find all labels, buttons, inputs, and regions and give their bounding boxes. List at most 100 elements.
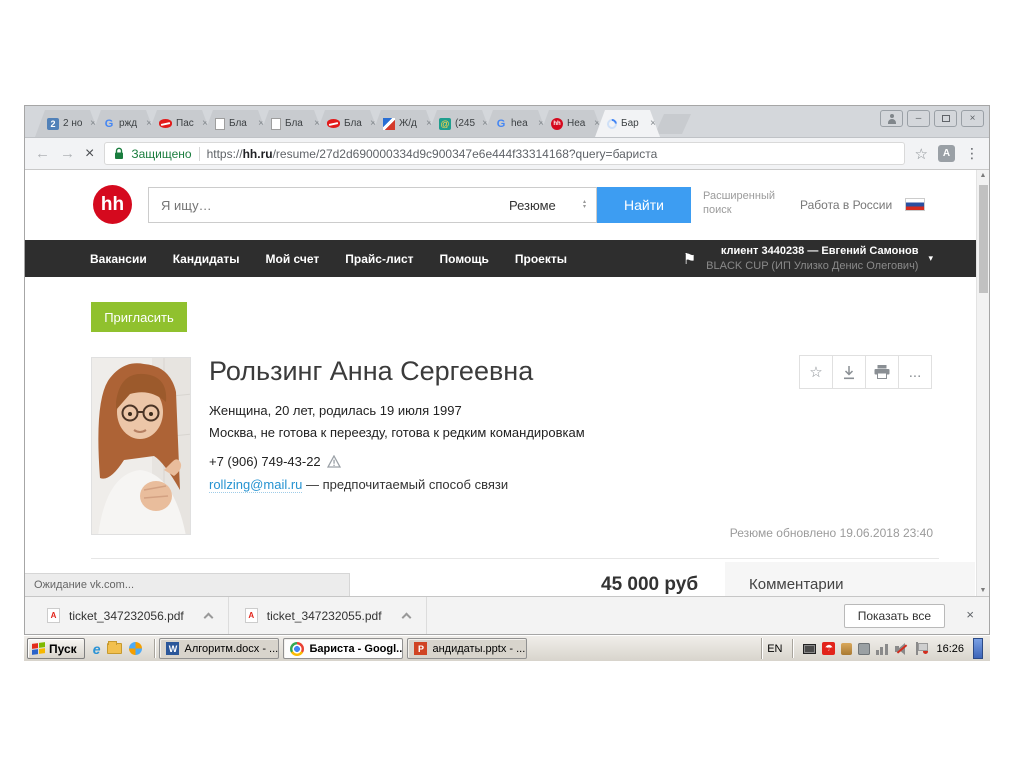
download-menu-chevron-icon[interactable] (203, 612, 214, 623)
browser-tab-rzd-search[interactable]: G ржд × (91, 110, 156, 137)
profile-button[interactable] (880, 110, 903, 127)
folder-icon[interactable] (107, 641, 123, 654)
candidate-demographics: Женщина, 20 лет, родилась 19 июля 1997 (209, 403, 462, 418)
google-favicon: G (496, 117, 506, 130)
advanced-search-link[interactable]: Расширенный поиск (703, 190, 783, 218)
scroll-down-icon[interactable]: ▼ (977, 587, 989, 594)
nav-item-projects[interactable]: Проекты (502, 252, 580, 266)
avira-antivirus-icon[interactable]: ☂ (822, 642, 836, 655)
tray-utility-icon[interactable] (841, 642, 853, 655)
maximize-button[interactable] (934, 110, 957, 127)
person-icon (887, 113, 897, 124)
download-menu-chevron-icon[interactable] (401, 612, 411, 623)
taskbar-clock[interactable]: 16:26 (933, 643, 967, 655)
candidate-phone: +7 (906) 749-43-22 (209, 454, 341, 469)
document-favicon (271, 118, 281, 130)
address-bar[interactable]: Защищено https://hh.ru/resume/27d2d69000… (104, 142, 905, 165)
volume-muted-icon[interactable] (895, 642, 909, 655)
warning-icon[interactable] (326, 455, 341, 468)
browser-tab-blank3[interactable]: Бла × (315, 110, 380, 137)
tab-close-icon[interactable]: × (650, 118, 656, 129)
nav-item-account[interactable]: Мой счет (253, 252, 333, 266)
show-desktop-button[interactable] (973, 638, 983, 659)
url-scheme: https:// (206, 146, 243, 161)
browser-tab-mail[interactable]: @ (245 × (427, 110, 492, 137)
internet-explorer-icon[interactable]: e (93, 642, 101, 656)
download-filename: ticket_347232055.pdf (266, 608, 382, 623)
task-button-powerpoint[interactable]: P андидаты.pptx - ... (407, 638, 528, 659)
browser-tab-hh[interactable]: hh Hea × (539, 110, 604, 137)
bookmark-star-icon[interactable]: ☆ (915, 145, 928, 163)
close-downloads-bar-icon[interactable]: × (966, 607, 974, 622)
browser-tab-blank2[interactable]: Бла × (259, 110, 324, 137)
chevron-down-icon: ▾ (928, 253, 933, 263)
browser-window: 2 2 но × G ржд × Пас × Бла × Бла × Бла ×… (24, 105, 990, 635)
windows-logo-icon (32, 642, 45, 655)
download-item[interactable]: A ticket_347232055.pdf (229, 597, 427, 634)
pdf-extension-icon[interactable]: A (938, 145, 955, 162)
tab-title: Бла (344, 118, 362, 129)
tab-title: Бла (285, 118, 303, 129)
tab-title: Бла (229, 118, 247, 129)
resume-actions: ☆ ... (799, 355, 932, 389)
start-button[interactable]: Пуск (27, 638, 85, 659)
hh-favicon: hh (551, 118, 563, 130)
browser-tab-active-barista[interactable]: Бар × (595, 110, 660, 137)
download-item[interactable]: A ticket_347232056.pdf (31, 597, 229, 634)
browser-tab-rail[interactable]: Ж/д × (371, 110, 436, 137)
select-spinner-icons[interactable]: ▴ ▾ (583, 199, 586, 210)
search-submit-button[interactable]: Найти (597, 187, 691, 223)
browser-tab-rzd-pass[interactable]: Пас × (147, 110, 212, 137)
resume-updated-label: Резюме обновлено 19.06.2018 23:40 (729, 526, 933, 540)
security-label: Защищено (131, 146, 192, 161)
region-label[interactable]: Работа в России (800, 198, 892, 212)
task-button-word[interactable]: W Алгоритм.docx - ... (159, 638, 280, 659)
system-tray: EN ☂ 16:26 (761, 638, 988, 659)
network-signal-icon[interactable] (876, 643, 889, 655)
scrollbar-thumb[interactable] (979, 185, 988, 293)
task-button-chrome-active[interactable]: Бариста - Googl... (283, 638, 404, 659)
candidate-photo[interactable] (91, 357, 191, 535)
search-type-select[interactable]: Резюме ▴ ▾ (499, 187, 597, 223)
close-window-button[interactable]: × (961, 110, 984, 127)
browser-tab-vk[interactable]: 2 2 но × (35, 110, 100, 137)
client-account-menu[interactable]: ⚑ клиент 3440238 — Евгений Самонов BLACK… (683, 240, 933, 277)
language-indicator[interactable]: EN (767, 643, 782, 655)
client-info: клиент 3440238 — Евгений Самонов BLACK C… (706, 244, 918, 273)
email-link[interactable]: rollzing@mail.ru (209, 477, 303, 493)
russia-flag-icon[interactable] (905, 198, 925, 211)
media-player-icon[interactable] (129, 642, 143, 655)
show-all-downloads-button[interactable]: Показать все (843, 604, 945, 628)
rzd-favicon (327, 119, 340, 128)
stop-loading-button[interactable]: × (85, 145, 94, 163)
nav-item-candidates[interactable]: Кандидаты (160, 252, 253, 266)
print-button[interactable] (865, 355, 899, 389)
tray-app-icon[interactable] (858, 642, 871, 655)
favorite-star-button[interactable]: ☆ (799, 355, 833, 389)
nav-item-vacancies[interactable]: Вакансии (77, 252, 160, 266)
browser-tab-google-hea[interactable]: G hea × (483, 110, 548, 137)
download-icon (844, 365, 854, 379)
browser-menu-icon[interactable]: ⋮ (965, 145, 979, 162)
forward-button[interactable]: → (60, 145, 75, 162)
security-alert-flag-icon[interactable] (915, 642, 929, 655)
tab-title: ржд (119, 118, 138, 129)
nav-item-help[interactable]: Помощь (427, 252, 502, 266)
scroll-up-icon[interactable]: ▲ (977, 172, 989, 179)
display-tray-icon[interactable] (803, 643, 817, 654)
download-button[interactable] (832, 355, 866, 389)
page-scrollbar[interactable]: ▲ ▼ (976, 170, 989, 596)
minimize-button[interactable]: – (907, 110, 930, 127)
more-actions-button[interactable]: ... (898, 355, 932, 389)
search-input[interactable] (148, 187, 500, 223)
flag-icon: ⚑ (682, 250, 697, 268)
address-separator (198, 146, 200, 161)
back-button[interactable]: ← (35, 145, 50, 162)
invite-button[interactable]: Пригласить (91, 302, 187, 332)
browser-tab-blank1[interactable]: Бла × (203, 110, 268, 137)
hh-logo[interactable]: hh (93, 185, 132, 224)
page-url: https://hh.ru/resume/27d2d690000334d9c90… (207, 147, 658, 161)
new-tab-button[interactable] (655, 114, 691, 134)
url-host: hh.ru (242, 146, 273, 161)
nav-item-pricelist[interactable]: Прайс-лист (332, 252, 426, 266)
